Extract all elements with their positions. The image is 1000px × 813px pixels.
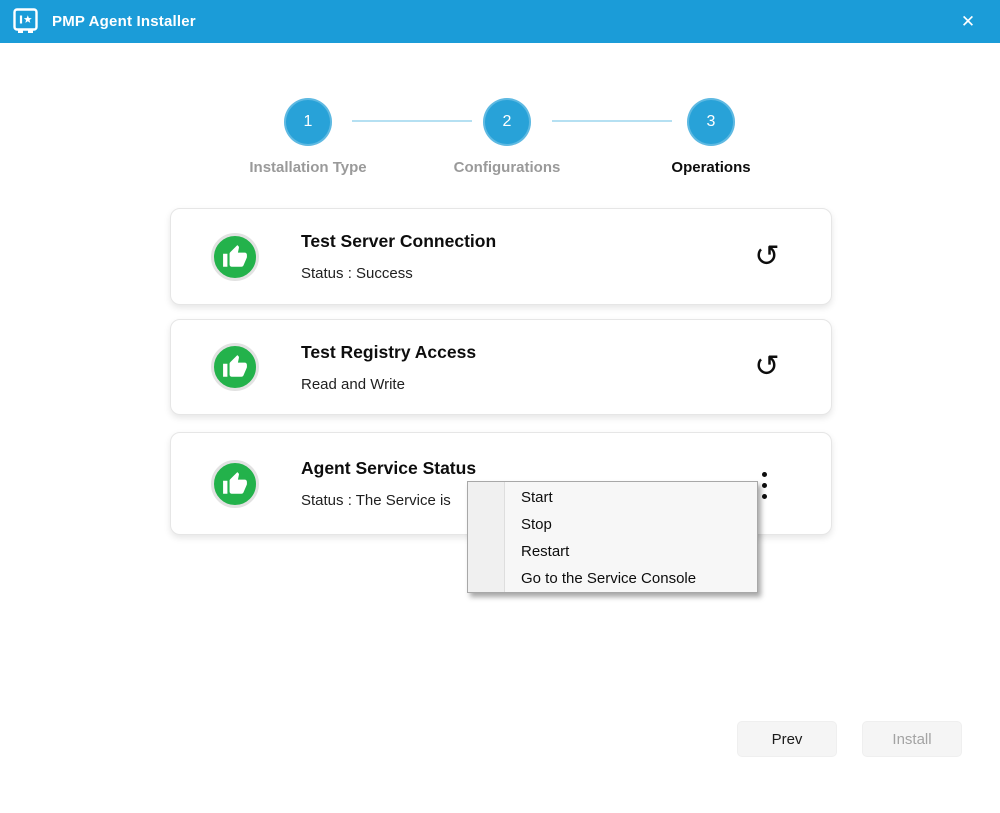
- step-number: 2: [502, 113, 512, 130]
- thumbs-up-icon: [211, 459, 259, 508]
- step-connector-2: [552, 120, 672, 122]
- card-status: Status : The Service is: [301, 492, 451, 509]
- kebab-menu-icon[interactable]: [752, 468, 776, 502]
- card-test-server-connection: Test Server Connection Status : Success …: [170, 208, 832, 305]
- card-test-registry-access: Test Registry Access Read and Write ↺: [170, 319, 832, 415]
- window-title: PMP Agent Installer: [52, 13, 196, 30]
- menu-item-restart[interactable]: Restart: [468, 538, 757, 565]
- service-context-menu: Start Stop Restart Go to the Service Con…: [467, 481, 758, 593]
- card-text: Test Server Connection Status : Success: [301, 209, 496, 304]
- step-label-operations: Operations: [671, 159, 751, 176]
- step-number: 3: [706, 113, 716, 130]
- install-button[interactable]: Install: [862, 721, 962, 757]
- card-text: Test Registry Access Read and Write: [301, 320, 476, 414]
- card-status: Read and Write: [301, 375, 405, 393]
- retry-icon[interactable]: ↺: [749, 239, 785, 275]
- card-text: Agent Service Status Status : The Servic…: [301, 433, 476, 534]
- menu-item-start[interactable]: Start: [468, 484, 757, 511]
- menu-item-stop[interactable]: Stop: [468, 511, 757, 538]
- card-title: Agent Service Status: [301, 458, 477, 478]
- retry-icon[interactable]: ↺: [749, 349, 785, 385]
- step-circle-3: 3: [687, 98, 735, 146]
- step-connector-1: [352, 120, 472, 122]
- step-circle-2: 2: [483, 98, 531, 146]
- card-status: Status : Success: [301, 265, 413, 282]
- installer-window: PMP Agent Installer ✕ 1 2 3 Installation…: [0, 0, 1000, 813]
- step-label-configurations: Configurations: [453, 159, 561, 176]
- kebab-dot: [761, 471, 767, 477]
- thumbs-up-icon: [211, 232, 259, 281]
- safe-vault-icon: [13, 8, 38, 33]
- prev-button[interactable]: Prev: [737, 721, 837, 757]
- step-circle-1: 1: [284, 98, 332, 146]
- kebab-dot: [761, 493, 767, 499]
- step-label-installation-type: Installation Type: [249, 159, 367, 176]
- card-title: Test Server Connection: [301, 231, 497, 251]
- card-title: Test Registry Access: [301, 341, 477, 362]
- thumbs-up-icon: [211, 343, 259, 391]
- menu-item-go-to-service-console[interactable]: Go to the Service Console: [468, 565, 757, 592]
- close-icon[interactable]: ✕: [952, 6, 984, 38]
- kebab-dot: [761, 482, 767, 488]
- title-bar: PMP Agent Installer ✕: [0, 0, 1000, 43]
- step-number: 1: [303, 113, 313, 130]
